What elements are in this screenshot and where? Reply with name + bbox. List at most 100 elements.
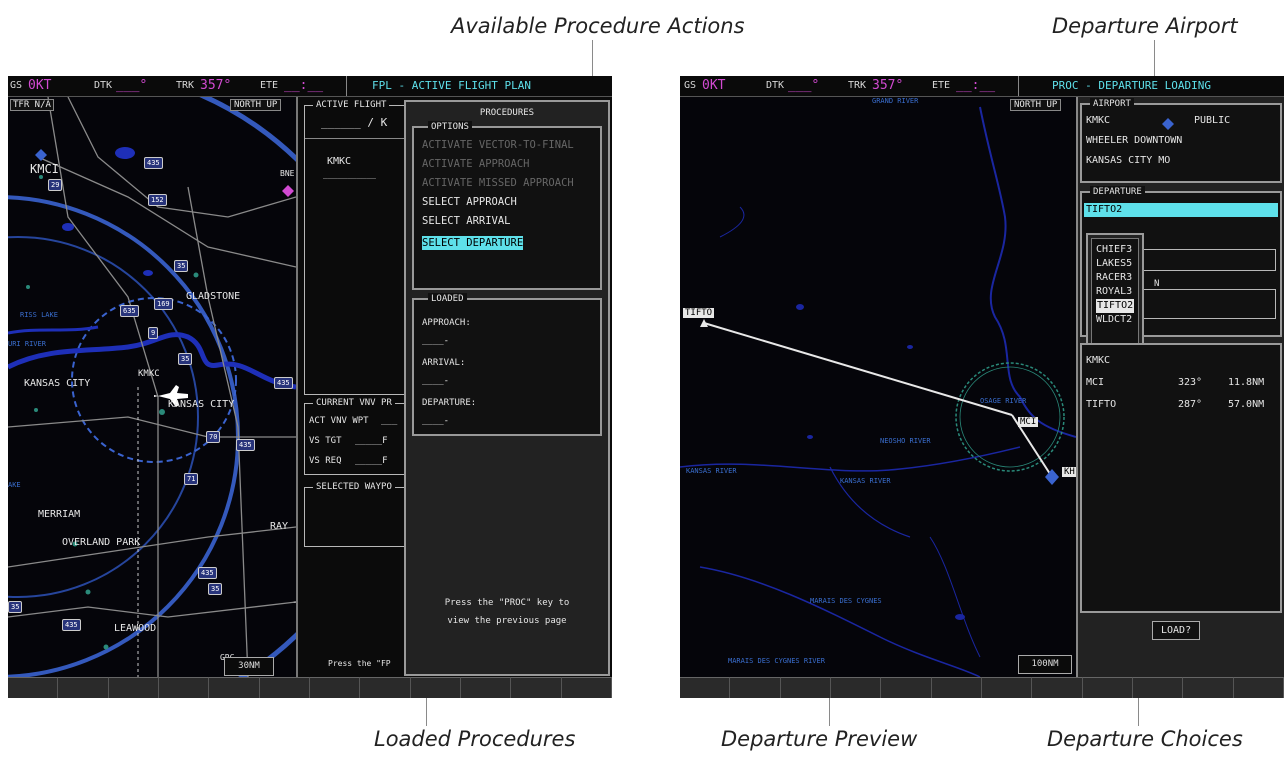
ete-value: __:__ [956,78,996,93]
procedure-options-list: ACTIVATE VECTOR-TO-FINAL ACTIVATE APPROAC… [422,136,574,250]
softkey[interactable] [981,677,1033,698]
ete-value: __:__ [284,78,324,93]
map-label-overland-park: OVERLAND PARK [62,537,141,548]
dtk-value: ___° [788,78,820,93]
loaded-arrival-value: ____- [422,376,450,386]
gs-label: GS [684,80,697,91]
airport-city: KANSAS CITY MO [1086,155,1171,166]
departure-choice[interactable]: TIFTO2 [1096,299,1135,313]
softkey[interactable] [209,677,260,698]
airport-symbol-kmkc [1045,469,1059,485]
sequence-box: KMKC MCI 323° 11.8NM TIFTO 287° 57.0NM [1080,343,1282,613]
map-label-lake: AKE [8,481,21,489]
vs-req-value: _____F [355,456,388,466]
highway-shield: 9 [148,327,159,339]
sequence-dtk: 323° [1178,377,1203,388]
departure-choice[interactable]: LAKES5 [1096,257,1134,271]
airport-ident[interactable]: KMKC [1086,115,1110,126]
softkey[interactable] [309,677,361,698]
softkey[interactable] [931,677,982,698]
softkey[interactable] [680,677,731,698]
callout-available-procedure-actions: Available Procedure Actions [451,14,745,38]
map-range[interactable]: 100NM [1018,655,1072,674]
softkey[interactable] [410,677,461,698]
softkey[interactable] [108,677,159,698]
lake [115,147,135,159]
map-orientation[interactable]: NORTH UP [230,99,282,111]
softkey[interactable] [830,677,882,698]
navigation-map[interactable]: TFR N/A NORTH UP KMCI BNE GLADSTONE RISS… [8,97,296,677]
callout-loaded-procedures: Loaded Procedures [374,727,576,751]
softkey[interactable] [1032,677,1083,698]
left-display: GS 0KT DTK ___° TRK 357° ETE __:__ FPL -… [8,76,612,698]
choices-items: CHIEF3 LAKES5 RACER3 ROYAL3 TIFTO2 WLDCT2 [1096,243,1135,327]
right-display: GS 0KT DTK ___° TRK 357° ETE __:__ PROC … [680,76,1284,698]
active-flight-title: ACTIVE FLIGHT [313,99,390,111]
softkey[interactable] [360,677,411,698]
procedure-option[interactable]: SELECT APPROACH [422,193,574,212]
vnv-title: CURRENT VNV PR [313,397,395,409]
loaded-departure-value: ____- [422,416,450,426]
procedure-option[interactable]: SELECT ARRIVAL [422,212,574,231]
ete-label: ETE [260,80,279,91]
departure-choice[interactable]: CHIEF3 [1096,243,1134,257]
map-label-bne: BNE [280,169,295,178]
sequence-wpt: TIFTO [1086,399,1117,410]
loaded-departure-label: DEPARTURE: [422,398,477,408]
departure-selected-field[interactable]: TIFTO2 [1084,203,1278,217]
departure-choice[interactable]: ROYAL3 [1096,285,1134,299]
softkey[interactable] [780,677,831,698]
softkey[interactable] [8,677,59,698]
river-label: KANSAS RIVER [840,477,891,485]
preview-graphics [680,106,1076,677]
procedures-title: PROCEDURES [479,108,535,118]
softkey[interactable] [1082,677,1133,698]
dtk-label: DTK [94,80,113,91]
river-branch [8,325,99,335]
highway-shield: 71 [184,473,199,485]
departure-choices-list[interactable]: CHIEF3 LAKES5 RACER3 ROYAL3 TIFTO2 WLDCT2 [1086,233,1144,349]
callout-departure-airport: Departure Airport [1052,14,1238,38]
softkey[interactable] [58,677,109,698]
softkey[interactable] [1233,677,1284,698]
map-label-leawood: LEAWOOD [114,623,157,634]
softkey[interactable] [259,677,310,698]
loaded-title: LOADED [428,293,467,305]
softkey[interactable] [1132,677,1184,698]
proc-key-hint-line2: view the previous page [447,616,567,626]
highway-shield: 169 [154,298,173,310]
departure-choice[interactable]: WLDCT2 [1096,313,1134,327]
map-range[interactable]: 30NM [224,657,274,676]
vs-tgt-value: _____F [355,436,388,446]
load-button[interactable]: LOAD? [1152,621,1201,640]
procedure-option: ACTIVATE VECTOR-TO-FINAL [422,139,574,151]
highway-shield: 152 [148,194,167,206]
softkey[interactable] [460,677,512,698]
fpl-dashes: ___________ [323,170,376,179]
right-status-bar: GS 0KT DTK ___° TRK 357° ETE __:__ PROC … [680,76,1284,97]
highway-shield: 35 [208,583,223,595]
map-orientation[interactable]: NORTH UP [1010,99,1062,111]
softkey[interactable] [881,677,932,698]
fpl-airport[interactable]: KMKC [327,156,351,167]
callout-departure-choices: Departure Choices [1047,727,1243,751]
softkey[interactable] [158,677,210,698]
departure-preview-map[interactable]: NORTH UP TIFTO MCI KH KANSAS RIVER KANSAS… [680,97,1076,677]
lake [62,223,74,231]
left-softkey-bar [8,677,612,698]
map-label-riss-lake: RISS LAKE [20,311,58,319]
waypoint-label-tifto: TIFTO [683,308,715,318]
departure-choice[interactable]: RACER3 [1096,271,1134,285]
river [979,106,1076,438]
river-label: MARAIS DES CYGNES RIVER [728,657,825,665]
softkey[interactable] [511,677,562,698]
procedure-option[interactable]: SELECT DEPARTURE [422,236,524,250]
softkey[interactable] [730,677,781,698]
softkey[interactable] [1183,677,1234,698]
tfr-status: TFR N/A [10,99,54,111]
procedure-option: ACTIVATE APPROACH [422,158,530,170]
loaded-arrival-label: ARRIVAL: [422,358,466,368]
selected-waypoint-box: SELECTED WAYPO [304,481,414,547]
softkey[interactable] [561,677,612,698]
highway-shield: 435 [198,567,217,579]
